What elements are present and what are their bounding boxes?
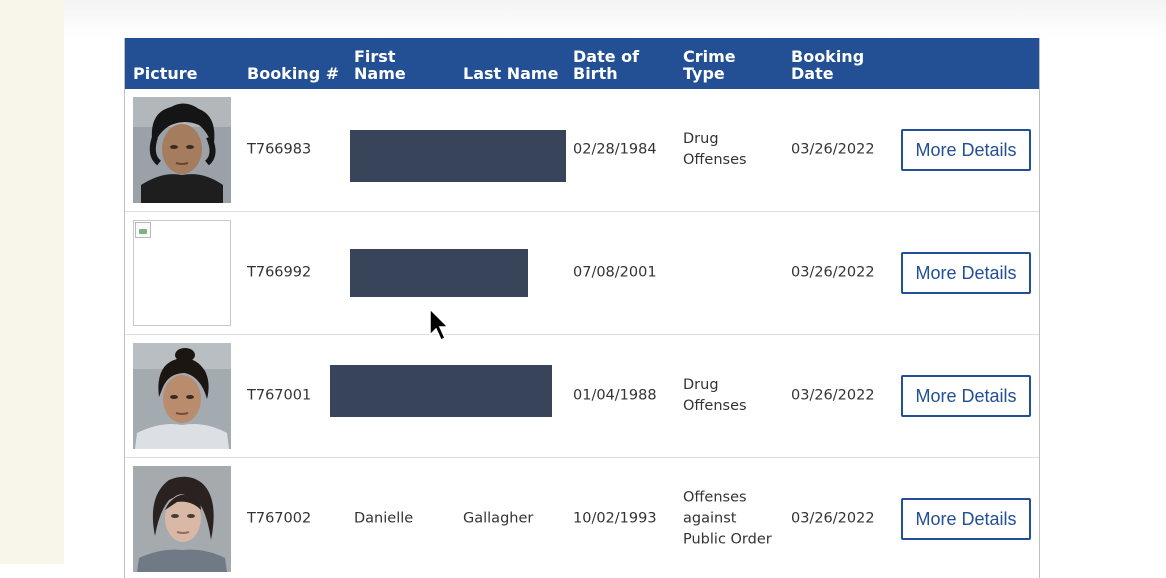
mouse-cursor-icon	[429, 308, 450, 342]
first-name: Danielle	[354, 510, 414, 527]
booking-number: T766992	[247, 264, 312, 281]
left-margin-strip	[0, 0, 64, 564]
date-of-birth: 02/28/1984	[573, 141, 657, 158]
table-row: T767001 01/04/1988 Drug Offenses 03/26/2…	[125, 335, 1039, 458]
crime-type: Offenses against Public Order	[683, 489, 772, 548]
more-details-button[interactable]: More Details	[901, 129, 1031, 171]
header-date-of-birth: Date of Birth	[573, 47, 640, 83]
table-row: T767002 Danielle Gallagher 10/02/1993 Of…	[125, 458, 1039, 578]
more-details-button[interactable]: More Details	[901, 498, 1031, 540]
mugshot-image[interactable]	[133, 466, 231, 572]
crime-type: Drug Offenses	[683, 377, 747, 414]
header-picture: Picture	[133, 64, 198, 83]
top-shade	[64, 0, 1166, 38]
booking-date: 03/26/2022	[791, 510, 875, 527]
name-redaction	[350, 130, 566, 182]
date-of-birth: 07/08/2001	[573, 264, 657, 281]
mugshot-image[interactable]	[133, 97, 231, 203]
header-last-name: Last Name	[463, 64, 559, 83]
more-details-button[interactable]: More Details	[901, 375, 1031, 417]
booking-date: 03/26/2022	[791, 264, 875, 281]
header-crime-type: Crime Type	[683, 47, 736, 83]
header-booking-date: Booking Date	[791, 47, 865, 83]
header-first-name: First Name	[354, 47, 406, 83]
broken-image-icon	[135, 222, 151, 238]
name-redaction	[330, 365, 552, 417]
table-row: T766992 07/08/2001 03/26/2022 More Detai…	[125, 212, 1039, 335]
more-details-button[interactable]: More Details	[901, 252, 1031, 294]
table-row: T766983 02/28/1984 Drug Offenses 03/26/2…	[125, 89, 1039, 212]
mugshot-image-broken[interactable]	[133, 220, 231, 326]
date-of-birth: 10/02/1993	[573, 510, 657, 527]
date-of-birth: 01/04/1988	[573, 387, 657, 404]
booking-number: T766983	[247, 141, 312, 158]
booking-number: T767002	[247, 510, 312, 527]
booking-number: T767001	[247, 387, 312, 404]
booking-date: 03/26/2022	[791, 387, 875, 404]
name-redaction	[350, 249, 528, 297]
mugshot-image[interactable]	[133, 343, 231, 449]
last-name: Gallagher	[463, 510, 534, 527]
booking-date: 03/26/2022	[791, 141, 875, 158]
header-booking-number: Booking #	[247, 64, 340, 83]
table-header: Picture Booking # First Name Last Name D…	[125, 38, 1039, 89]
inmate-table: Picture Booking # First Name Last Name D…	[124, 38, 1040, 578]
crime-type: Drug Offenses	[683, 131, 747, 168]
